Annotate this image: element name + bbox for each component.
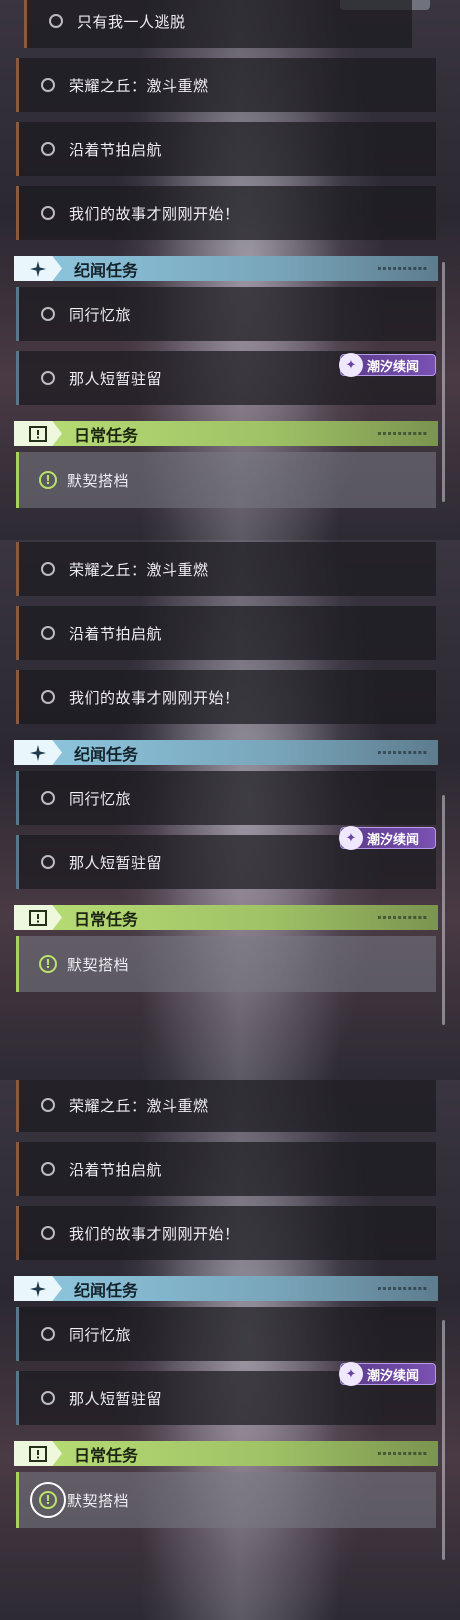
circle-icon	[41, 78, 55, 92]
section-title: 纪闻任务	[74, 260, 139, 280]
quest-label: 那人短暂驻留	[69, 369, 163, 388]
quest-row[interactable]: 荣耀之丘：激斗重燃	[16, 542, 436, 596]
quest-label: 我们的故事才刚刚开始！	[69, 204, 240, 223]
sparkle-icon	[14, 740, 62, 765]
section-header-story: 纪闻任务 ▪▪▪▪▪▪▪▪▪▪	[14, 740, 438, 765]
header-decoration: ▪▪▪▪▪▪▪▪▪▪	[377, 914, 428, 921]
scrollbar[interactable]	[442, 262, 445, 502]
section-title: 日常任务	[74, 425, 139, 445]
header-decoration: ▪▪▪▪▪▪▪▪▪▪	[377, 1450, 428, 1457]
tap-indicator	[30, 1482, 66, 1518]
quest-row[interactable]: 沿着节拍启航	[16, 606, 436, 660]
notice-icon	[14, 1441, 62, 1466]
quest-label: 同行忆旅	[69, 789, 132, 808]
section-title: 日常任务	[74, 909, 139, 929]
quest-label: 沿着节拍启航	[69, 140, 163, 159]
circle-icon	[41, 307, 55, 321]
header-decoration: ▪▪▪▪▪▪▪▪▪▪	[377, 1285, 428, 1292]
header-decoration: ▪▪▪▪▪▪▪▪▪▪	[377, 430, 428, 437]
quest-label: 荣耀之丘：激斗重燃	[69, 1096, 209, 1115]
quest-label: 默契搭档	[67, 1491, 130, 1510]
notice-icon	[14, 421, 62, 446]
quest-row[interactable]: 我们的故事才刚刚开始！	[16, 670, 436, 724]
quest-panel-2: 荣耀之丘：激斗重燃 沿着节拍启航 我们的故事才刚刚开始！ 纪闻任务 ▪▪▪▪▪▪…	[0, 540, 460, 1080]
quest-row[interactable]: 沿着节拍启航	[16, 1142, 436, 1196]
quest-row[interactable]: 同行忆旅	[16, 771, 436, 825]
circle-icon	[41, 562, 55, 576]
exclamation-icon: !	[39, 955, 57, 973]
badge-label: 潮汐续闻	[367, 359, 420, 375]
tide-icon: ✦	[339, 1362, 363, 1386]
scrollbar[interactable]	[442, 795, 445, 1025]
quest-label: 我们的故事才刚刚开始！	[69, 1224, 240, 1243]
section-title: 纪闻任务	[74, 1280, 139, 1300]
circle-icon	[41, 1226, 55, 1240]
circle-icon	[41, 142, 55, 156]
circle-icon	[41, 1162, 55, 1176]
circle-icon	[41, 371, 55, 385]
section-header-story: 纪闻任务 ▪▪▪▪▪▪▪▪▪▪	[14, 256, 438, 281]
tide-badge[interactable]: ✦ 潮汐续闻	[339, 1362, 436, 1386]
quest-row[interactable]: ! 默契搭档	[16, 936, 436, 992]
quest-row[interactable]: 沿着节拍启航	[16, 122, 436, 176]
quest-label: 荣耀之丘：激斗重燃	[69, 560, 209, 579]
section-header-daily: 日常任务 ▪▪▪▪▪▪▪▪▪▪	[14, 905, 438, 930]
circle-icon	[41, 1391, 55, 1405]
quest-row[interactable]: ! 默契搭档	[16, 452, 436, 508]
quest-label: 同行忆旅	[69, 305, 132, 324]
header-decoration: ▪▪▪▪▪▪▪▪▪▪	[377, 265, 428, 272]
quest-label: 只有我一人逃脱	[77, 12, 186, 31]
quest-panel-3: 荣耀之丘：激斗重燃 沿着节拍启航 我们的故事才刚刚开始！ 纪闻任务 ▪▪▪▪▪▪…	[0, 1080, 460, 1620]
quest-label: 同行忆旅	[69, 1325, 132, 1344]
circle-icon	[41, 206, 55, 220]
quest-row[interactable]: 我们的故事才刚刚开始！	[16, 186, 436, 240]
circle-icon	[41, 1327, 55, 1341]
quest-row[interactable]: 我们的故事才刚刚开始！	[16, 1206, 436, 1260]
circle-icon	[41, 791, 55, 805]
section-title: 纪闻任务	[74, 744, 139, 764]
exclamation-icon: !	[39, 471, 57, 489]
quest-row[interactable]: 荣耀之丘：激斗重燃	[16, 58, 436, 112]
quest-row[interactable]: 同行忆旅	[16, 287, 436, 341]
tide-icon: ✦	[339, 353, 363, 377]
quest-label: 我们的故事才刚刚开始！	[69, 688, 240, 707]
quest-label: 沿着节拍启航	[69, 624, 163, 643]
quest-panel-1: 只有我一人逃脱 荣耀之丘：激斗重燃 沿着节拍启航 我们的故事才刚刚开始！ 纪闻任…	[0, 0, 460, 540]
quest-label: 默契搭档	[67, 471, 130, 490]
quest-row[interactable]: 只有我一人逃脱	[24, 0, 412, 48]
quest-label: 默契搭档	[67, 955, 130, 974]
section-title: 日常任务	[74, 1445, 139, 1465]
circle-icon	[41, 690, 55, 704]
circle-icon	[41, 626, 55, 640]
section-header-story: 纪闻任务 ▪▪▪▪▪▪▪▪▪▪	[14, 1276, 438, 1301]
scrollbar[interactable]	[442, 1320, 445, 1560]
header-decoration: ▪▪▪▪▪▪▪▪▪▪	[377, 749, 428, 756]
quest-label: 荣耀之丘：激斗重燃	[69, 76, 209, 95]
quest-row[interactable]: 同行忆旅	[16, 1307, 436, 1361]
sparkle-icon	[14, 256, 62, 281]
tide-badge[interactable]: ✦ 潮汐续闻	[339, 353, 436, 377]
quest-label: 那人短暂驻留	[69, 853, 163, 872]
tide-badge[interactable]: ✦ 潮汐续闻	[339, 826, 436, 850]
quest-row[interactable]: 荣耀之丘：激斗重燃	[16, 1080, 436, 1132]
sparkle-icon	[14, 1276, 62, 1301]
badge-label: 潮汐续闻	[367, 1368, 420, 1384]
quest-label: 沿着节拍启航	[69, 1160, 163, 1179]
notice-icon	[14, 905, 62, 930]
badge-label: 潮汐续闻	[367, 832, 420, 848]
circle-icon	[49, 14, 63, 28]
circle-icon	[41, 1098, 55, 1112]
tide-icon: ✦	[339, 826, 363, 850]
section-header-daily: 日常任务 ▪▪▪▪▪▪▪▪▪▪	[14, 421, 438, 446]
section-header-daily: 日常任务 ▪▪▪▪▪▪▪▪▪▪	[14, 1441, 438, 1466]
quest-row[interactable]: ! 默契搭档	[16, 1472, 436, 1528]
quest-label: 那人短暂驻留	[69, 1389, 163, 1408]
circle-icon	[41, 855, 55, 869]
